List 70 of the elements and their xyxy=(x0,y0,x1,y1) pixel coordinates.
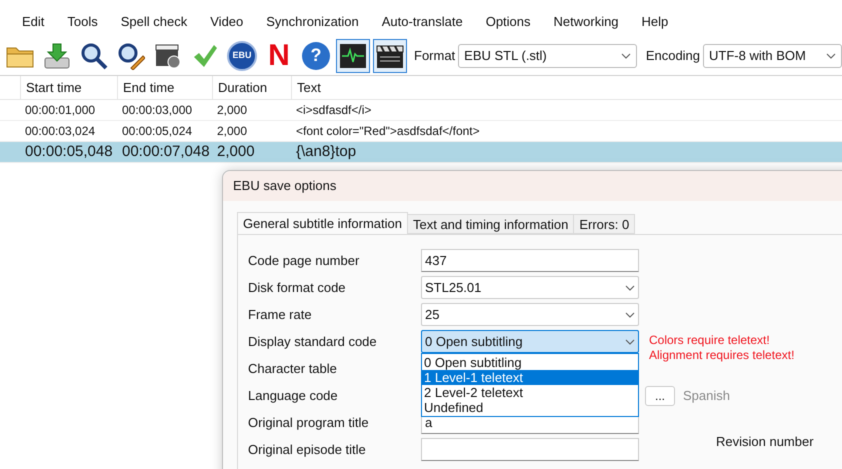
checkmark-icon xyxy=(192,42,218,68)
video-toggle[interactable] xyxy=(373,38,407,72)
field-label: Original program title xyxy=(248,414,370,432)
table-cell-text: 2,000 xyxy=(216,123,248,140)
field-label: Code page number xyxy=(248,252,360,270)
chevron-down-icon xyxy=(625,312,635,318)
search-pencil-icon xyxy=(117,42,145,70)
browse-button[interactable]: ... xyxy=(645,386,675,406)
subtitle-row[interactable]: 00:00:05,048 00:00:07,048 2,000 {\an8}top xyxy=(0,142,842,163)
menu-item[interactable]: Auto-translate xyxy=(382,12,463,32)
search-icon xyxy=(80,42,108,70)
tab[interactable]: Errors: 0 xyxy=(573,214,636,234)
dropdown-option[interactable]: 0 Open subtitling xyxy=(422,355,638,370)
table-cell-text: {\an8}top xyxy=(295,142,358,162)
tab[interactable]: General subtitle information xyxy=(237,212,408,234)
dropdown-field[interactable]: 25 xyxy=(421,303,639,326)
table-cell-text: 00:00:03,000 xyxy=(121,102,194,119)
format-label: Format xyxy=(414,46,456,65)
menu-item[interactable]: Spell check xyxy=(120,12,188,32)
menu-item[interactable]: Options xyxy=(486,12,531,32)
table-cell-text: 2,000 xyxy=(216,142,256,162)
field-label: Frame rate xyxy=(248,306,313,324)
dropdown-option[interactable]: 2 Level-2 teletext xyxy=(422,385,638,400)
clapperboard-clock-icon xyxy=(154,42,182,70)
menu-item[interactable]: Networking xyxy=(554,12,619,32)
waveform-toggle[interactable] xyxy=(336,38,370,72)
format-dropdown[interactable]: EBU STL (.stl) xyxy=(458,44,637,68)
text-field[interactable]: 437 xyxy=(421,249,639,272)
dropdown-field[interactable]: 0 Open subtitling xyxy=(421,330,639,353)
column-header[interactable]: End time xyxy=(117,76,212,99)
table-cell-text: 00:00:05,024 xyxy=(121,123,194,140)
field-label: Original episode title xyxy=(248,440,367,459)
encoding-label: Encoding xyxy=(646,46,700,65)
menu-item[interactable]: Help xyxy=(642,12,668,32)
field-label: Disk format code xyxy=(248,278,347,297)
menu-item[interactable]: Synchronization xyxy=(266,12,359,32)
menu-item[interactable]: Tools xyxy=(67,12,98,32)
chevron-down-icon xyxy=(826,52,836,58)
menu-item[interactable]: Video xyxy=(210,12,244,32)
dropdown-option[interactable]: 1 Level-1 teletext xyxy=(422,370,638,385)
column-header[interactable]: Text xyxy=(291,76,842,99)
menu-item[interactable]: Edit xyxy=(22,12,44,32)
table-cell-text: 00:00:07,048 xyxy=(121,142,211,162)
column-header[interactable]: Start time xyxy=(20,76,117,99)
field-label: Language code xyxy=(248,386,339,405)
field-label: Display standard code xyxy=(248,332,378,351)
chevron-down-icon xyxy=(625,338,635,344)
column-header[interactable]: Duration xyxy=(212,76,291,99)
waveform-icon xyxy=(339,42,367,68)
table-cell-text: <font color="Red">asdfsdaf</font> xyxy=(295,123,481,140)
text-field[interactable] xyxy=(421,438,639,461)
table-cell-text: 00:00:01,000 xyxy=(24,102,96,119)
chevron-down-icon xyxy=(625,284,635,290)
dialog-title: EBU save options xyxy=(233,177,336,196)
table-cell-text: 00:00:05,048 xyxy=(24,142,114,162)
language-name: Spanish xyxy=(683,386,730,405)
table-cell-text: 2,000 xyxy=(216,102,248,119)
revision-label: Revision number xyxy=(716,432,814,451)
tab[interactable]: Text and timing information xyxy=(406,214,574,234)
warning-text: Colors require teletext! xyxy=(649,332,771,348)
field-label: Character table xyxy=(248,360,338,378)
warning-text: Alignment requires teletext! xyxy=(649,348,794,362)
table-cell-text: <i>sdfasdf</i> xyxy=(295,102,372,119)
clapperboard-icon xyxy=(376,42,404,68)
netflix-button[interactable]: N xyxy=(262,38,296,72)
dropdown-field[interactable]: STL25.01 xyxy=(421,276,639,299)
table-cell-text: 00:00:03,024 xyxy=(24,123,96,140)
chevron-down-icon xyxy=(620,52,631,58)
encoding-dropdown[interactable]: UTF-8 with BOM xyxy=(703,44,842,68)
download-icon xyxy=(43,42,71,70)
